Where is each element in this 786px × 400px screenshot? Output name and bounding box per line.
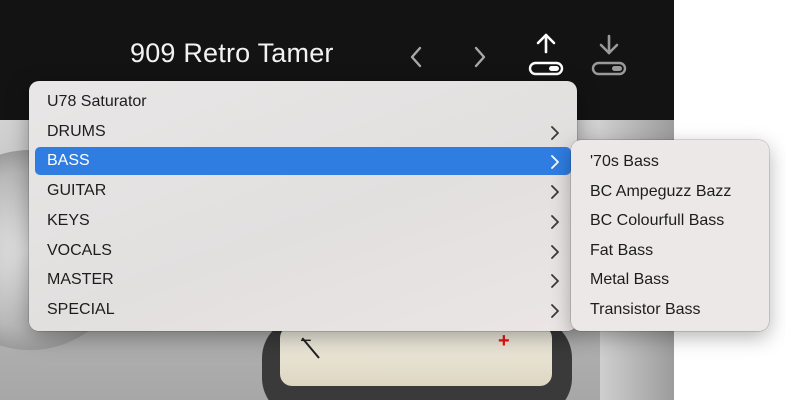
submenu-item-label: Metal Bass (590, 271, 670, 288)
menu-item-u78-saturator[interactable]: U78 Saturator (35, 88, 571, 116)
menu-item-label: U78 Saturator (47, 93, 147, 110)
chevron-right-icon (551, 126, 559, 140)
download-arrow-icon (591, 34, 627, 76)
menu-item-label: SPECIAL (47, 301, 115, 318)
next-preset-button[interactable] (468, 42, 492, 72)
submenu-item-label: '70s Bass (590, 153, 659, 170)
preset-menu: U78 Saturator DRUMS BASS GUITAR KEYS VOC… (29, 81, 577, 331)
menu-item-keys[interactable]: KEYS (35, 207, 571, 235)
menu-item-label: GUITAR (47, 182, 107, 199)
previous-preset-button[interactable] (404, 42, 428, 72)
submenu-item-label: BC Colourfull Bass (590, 212, 725, 229)
load-preset-button[interactable] (590, 32, 628, 80)
menu-item-label: BASS (47, 152, 90, 169)
meter-minus-label: − (300, 330, 312, 352)
menu-item-guitar[interactable]: GUITAR (35, 177, 571, 205)
menu-item-label: DRUMS (47, 123, 106, 140)
chevron-right-icon (551, 155, 559, 169)
chevron-right-icon (551, 215, 559, 229)
menu-item-vocals[interactable]: VOCALS (35, 237, 571, 265)
menu-item-bass[interactable]: BASS (35, 147, 571, 175)
meter-plus-label: + (498, 330, 510, 352)
menu-item-label: KEYS (47, 212, 90, 229)
chevron-right-icon (551, 304, 559, 318)
submenu-item-bc-colourfull-bass[interactable]: BC Colourfull Bass (577, 207, 763, 235)
chevron-right-icon (474, 46, 486, 68)
menu-item-drums[interactable]: DRUMS (35, 118, 571, 146)
submenu-item-bc-ampeguzz-bazz[interactable]: BC Ampeguzz Bazz (577, 178, 763, 206)
upload-arrow-icon (528, 33, 564, 76)
submenu-item-transistor-bass[interactable]: Transistor Bass (577, 296, 763, 324)
menu-item-label: VOCALS (47, 242, 112, 259)
preset-title[interactable]: 909 Retro Tamer (130, 38, 334, 69)
chevron-right-icon (551, 274, 559, 288)
submenu-item-fat-bass[interactable]: Fat Bass (577, 237, 763, 265)
menu-item-master[interactable]: MASTER (35, 266, 571, 294)
submenu-item-70s-bass[interactable]: '70s Bass (577, 148, 763, 176)
save-preset-button[interactable] (527, 32, 565, 80)
bass-submenu: '70s Bass BC Ampeguzz Bazz BC Colourfull… (571, 140, 769, 331)
submenu-item-metal-bass[interactable]: Metal Bass (577, 266, 763, 294)
submenu-item-label: Fat Bass (590, 242, 654, 259)
chevron-right-icon (551, 245, 559, 259)
submenu-item-label: Transistor Bass (590, 301, 701, 318)
chevron-right-icon (551, 185, 559, 199)
submenu-item-label: BC Ampeguzz Bazz (590, 183, 732, 200)
menu-item-special[interactable]: SPECIAL (35, 296, 571, 324)
vu-meter (280, 326, 552, 386)
menu-item-label: MASTER (47, 271, 114, 288)
chevron-left-icon (410, 46, 422, 68)
